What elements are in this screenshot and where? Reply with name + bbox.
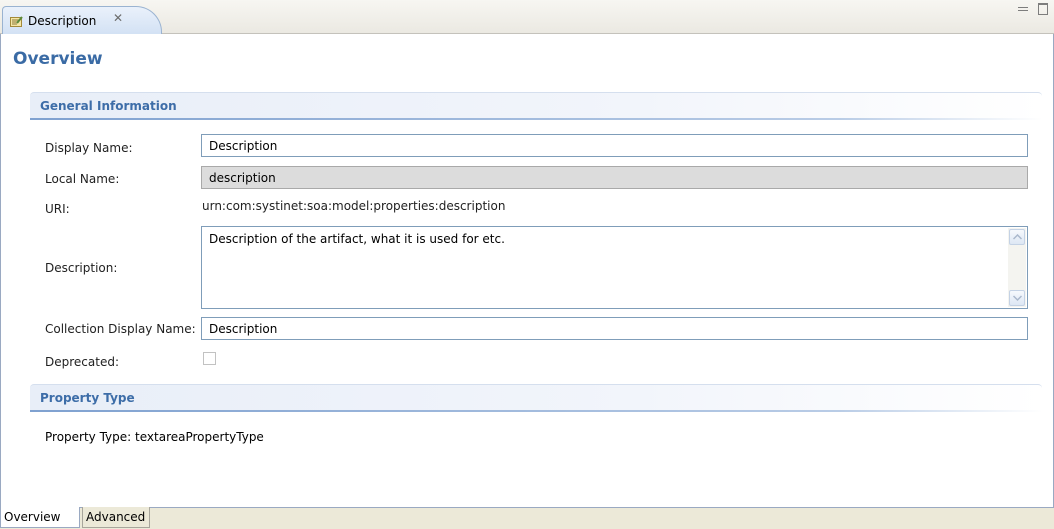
- page-title: Overview: [13, 49, 103, 69]
- description-text: Description of the artifact, what it is …: [209, 232, 505, 246]
- uri-value: urn:com:systinet:soa:model:properties:de…: [202, 199, 506, 213]
- section-title-general-information: General Information: [40, 99, 177, 113]
- display-name-field[interactable]: Description: [201, 134, 1028, 157]
- section-title-property-type: Property Type: [40, 391, 135, 405]
- deprecated-checkbox[interactable]: [203, 352, 216, 365]
- local-name-label: Local Name:: [45, 172, 120, 186]
- scroll-up-icon[interactable]: [1009, 229, 1025, 245]
- property-type-label: Property Type:: [45, 430, 132, 444]
- local-name-field: description: [201, 166, 1028, 189]
- deprecated-label: Deprecated:: [45, 355, 119, 369]
- description-label: Description:: [45, 261, 118, 275]
- section-property-type[interactable]: Property Type: [30, 384, 1042, 412]
- editor-area: Overview General Information Display Nam…: [0, 34, 1054, 507]
- editor-tab-description[interactable]: Description ✕: [2, 6, 162, 35]
- collection-display-name-field[interactable]: Description: [201, 317, 1028, 340]
- editor-tab-label: Description: [28, 14, 97, 28]
- property-type-value: textareaPropertyType: [135, 430, 264, 444]
- maximize-icon[interactable]: [1038, 3, 1048, 15]
- uri-label: URI:: [45, 202, 70, 216]
- section-general-information[interactable]: General Information: [30, 92, 1042, 120]
- display-name-label: Display Name:: [45, 141, 133, 155]
- property-type-row: Property Type: textareaPropertyType: [45, 430, 264, 444]
- minimize-icon[interactable]: [1018, 7, 1028, 11]
- property-edit-icon: [10, 16, 23, 27]
- description-textarea[interactable]: Description of the artifact, what it is …: [201, 226, 1028, 309]
- tab-overview[interactable]: Overview: [0, 507, 80, 528]
- collection-display-name-label: Collection Display Name:: [45, 322, 196, 336]
- scroll-down-icon[interactable]: [1009, 290, 1025, 306]
- tab-advanced[interactable]: Advanced: [82, 507, 150, 528]
- editor-tab-strip: Description ✕: [0, 0, 1054, 35]
- close-icon[interactable]: ✕: [113, 11, 123, 25]
- page-tab-bar: Overview Advanced: [0, 507, 1054, 529]
- description-scrollbar[interactable]: [1008, 228, 1026, 307]
